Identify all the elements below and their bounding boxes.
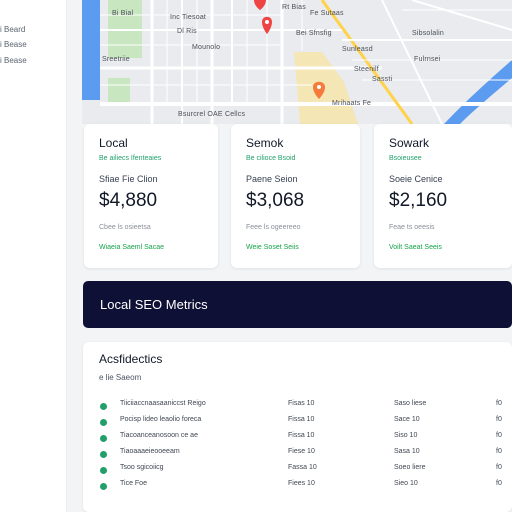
table-row[interactable]: Tiiciiaccnaasaaniccst Reigo Fisas 10 Sas… bbox=[83, 400, 512, 414]
status-dot-icon bbox=[100, 467, 107, 474]
analytics-panel: Acsfidectics e lie Saeom Tiiciiaccnaasaa… bbox=[83, 342, 512, 512]
status-dot-icon bbox=[100, 483, 107, 490]
card-footer: Voilt Saeat Seeis bbox=[389, 244, 442, 251]
map-label: Dl Ris bbox=[177, 28, 197, 35]
card-footer: Weie Soset Seiis bbox=[246, 244, 299, 251]
status-dot-icon bbox=[100, 419, 107, 426]
card-subtitle: Be cilioce Bsoid bbox=[246, 155, 296, 162]
row-value: Sasa 10 bbox=[394, 448, 420, 455]
card-label: Paene Seion bbox=[246, 174, 298, 184]
map-label: Sassti bbox=[372, 76, 393, 83]
map-label: Fe Sutaas bbox=[310, 10, 344, 17]
panel-subtitle: e lie Saeom bbox=[99, 373, 142, 382]
card-value: $2,160 bbox=[389, 190, 448, 211]
map-label: Sibsolalin bbox=[412, 30, 444, 37]
status-dot-icon bbox=[100, 403, 107, 410]
card-value: $4,880 bbox=[99, 190, 158, 211]
row-value: Soeo liere bbox=[394, 464, 426, 471]
panel-title: Acsfidectics bbox=[99, 352, 163, 366]
row-name: Pocisp lideo leaolio foreca bbox=[120, 416, 202, 423]
row-value: f0 bbox=[496, 400, 502, 407]
metric-card[interactable]: Sowark Bsoieusee Soeie Cenice $2,160 Fea… bbox=[374, 124, 512, 268]
card-value: $3,068 bbox=[246, 190, 305, 211]
row-value: Fiese 10 bbox=[288, 448, 315, 455]
row-value: Siso 10 bbox=[394, 432, 418, 439]
row-name: Tiiciiaccnaasaaniccst Reigo bbox=[120, 400, 206, 407]
map-water bbox=[82, 0, 100, 100]
row-name: Tiaoaaaeieooeeam bbox=[120, 448, 180, 455]
card-title: Semok bbox=[246, 136, 284, 150]
row-value: Sace 10 bbox=[394, 416, 420, 423]
sidebar-item[interactable]: i Bease bbox=[0, 40, 27, 49]
map-label: Sreetriie bbox=[102, 56, 130, 63]
map-label: Bei Sfnsfig bbox=[296, 30, 332, 37]
sidebar-item[interactable]: i Bease bbox=[0, 56, 27, 65]
map-park bbox=[108, 78, 130, 102]
row-name: Tsoo sgicoiicg bbox=[120, 464, 164, 471]
row-value: Fisas 10 bbox=[288, 400, 315, 407]
metric-card[interactable]: Semok Be cilioce Bsoid Paene Seion $3,06… bbox=[231, 124, 360, 268]
banner-title: Local SEO Metrics bbox=[100, 297, 208, 312]
row-value: f0 bbox=[496, 448, 502, 455]
card-label: Soeie Cenice bbox=[389, 174, 443, 184]
map-label: Rt Bias bbox=[282, 4, 306, 11]
card-subtitle: Be ailiecs Ifenteaies bbox=[99, 155, 162, 162]
map-label: Steenilf bbox=[354, 66, 379, 73]
table-row[interactable]: Tice Foe Fiees 10 Sieo 10 f0 bbox=[83, 480, 512, 494]
table-row[interactable]: Pocisp lideo leaolio foreca Fissa 10 Sac… bbox=[83, 416, 512, 430]
section-banner: Local SEO Metrics bbox=[83, 281, 512, 328]
row-value: f0 bbox=[496, 464, 502, 471]
status-dot-icon bbox=[100, 435, 107, 442]
card-meta: Cbee ls osieetsa bbox=[99, 224, 151, 231]
row-value: Fissa 10 bbox=[288, 416, 315, 423]
card-meta: Feae ts oeesis bbox=[389, 224, 435, 231]
card-title: Sowark bbox=[389, 136, 430, 150]
row-value: Saso liese bbox=[394, 400, 427, 407]
table-row[interactable]: Tsoo sgicoiicg Fassa 10 Soeo liere f0 bbox=[83, 464, 512, 478]
map-label: Bi Bial bbox=[112, 10, 134, 17]
sidebar-item[interactable]: i Beard bbox=[0, 25, 25, 34]
row-name: Tiacoanceanosoon ce ae bbox=[120, 432, 198, 439]
row-value: f0 bbox=[496, 416, 502, 423]
card-footer: Wiaeia Saeml Sacae bbox=[99, 244, 164, 251]
map-view[interactable]: Bi Bial Dl Ris Mounolo Inc Tiesoat Rt Bi… bbox=[82, 0, 512, 124]
row-value: Sieo 10 bbox=[394, 480, 418, 487]
card-title: Local bbox=[99, 136, 128, 150]
map-label: Bsurcrel OAE Cellcs bbox=[178, 111, 246, 118]
status-dot-icon bbox=[100, 451, 107, 458]
table-row[interactable]: Tiacoanceanosoon ce ae Fissa 10 Siso 10 … bbox=[83, 432, 512, 446]
card-label: Sfiae Fie Clion bbox=[99, 174, 158, 184]
row-value: Fiees 10 bbox=[288, 480, 315, 487]
map-label: Sunleasd bbox=[342, 46, 373, 53]
map-label: Mounolo bbox=[192, 44, 221, 51]
sidebar: i Beard i Bease i Bease bbox=[0, 0, 67, 512]
row-value: f0 bbox=[496, 432, 502, 439]
map-label: Mrihaats Fe bbox=[332, 100, 372, 107]
card-subtitle: Bsoieusee bbox=[389, 155, 422, 162]
card-meta: Feee ls ogeereeo bbox=[246, 224, 301, 231]
metric-card[interactable]: Local Be ailiecs Ifenteaies Sfiae Fie Cl… bbox=[84, 124, 218, 268]
row-value: Fassa 10 bbox=[288, 464, 317, 471]
row-name: Tice Foe bbox=[120, 480, 147, 487]
row-value: Fissa 10 bbox=[288, 432, 315, 439]
map-graphic bbox=[82, 0, 512, 124]
map-label: Inc Tiesoat bbox=[170, 14, 207, 21]
row-value: f0 bbox=[496, 480, 502, 487]
map-label: Fulrnsei bbox=[414, 56, 441, 63]
table-row[interactable]: Tiaoaaaeieooeeam Fiese 10 Sasa 10 f0 bbox=[83, 448, 512, 462]
